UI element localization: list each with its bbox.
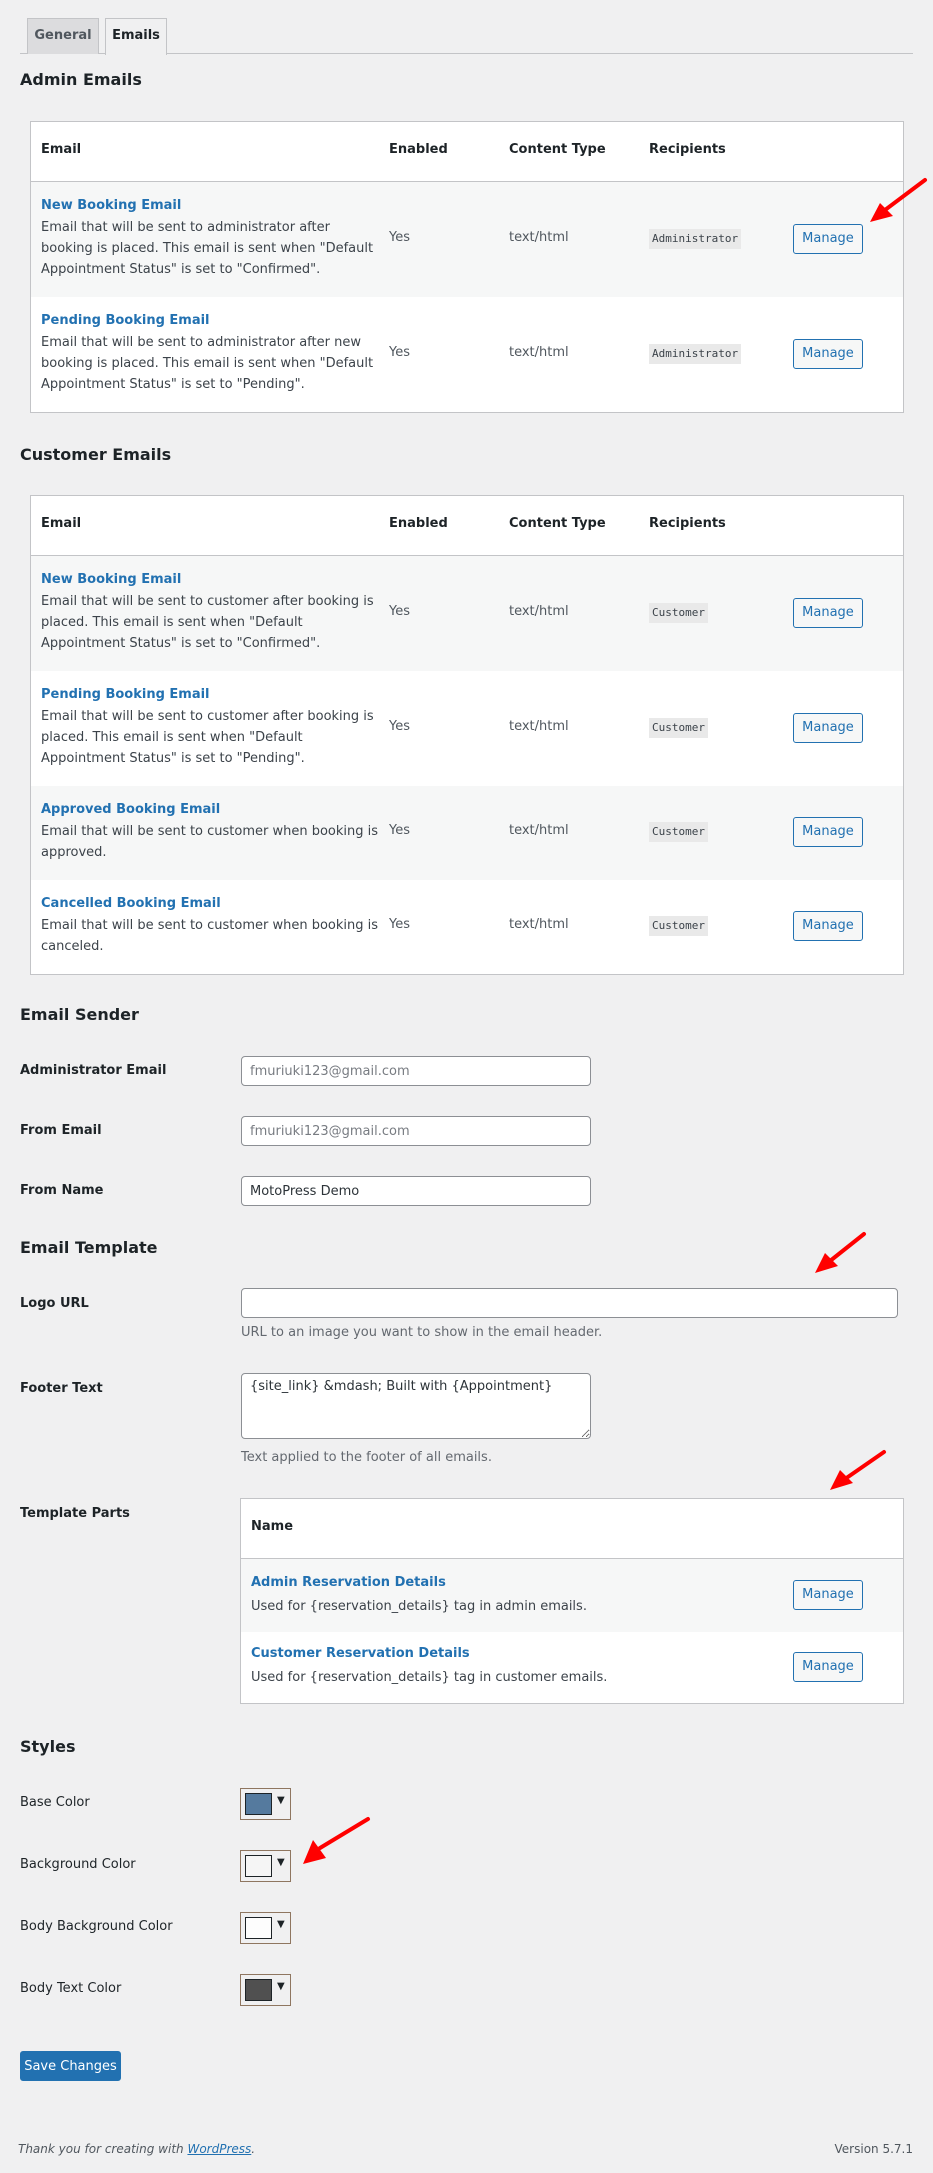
annotation-arrow-icon <box>815 1232 866 1273</box>
annotation-arrow-icon <box>830 1450 886 1490</box>
annotation-arrow-icon <box>303 1817 370 1864</box>
annotation-arrow-icon <box>870 178 927 222</box>
annotation-arrows <box>303 178 927 1864</box>
